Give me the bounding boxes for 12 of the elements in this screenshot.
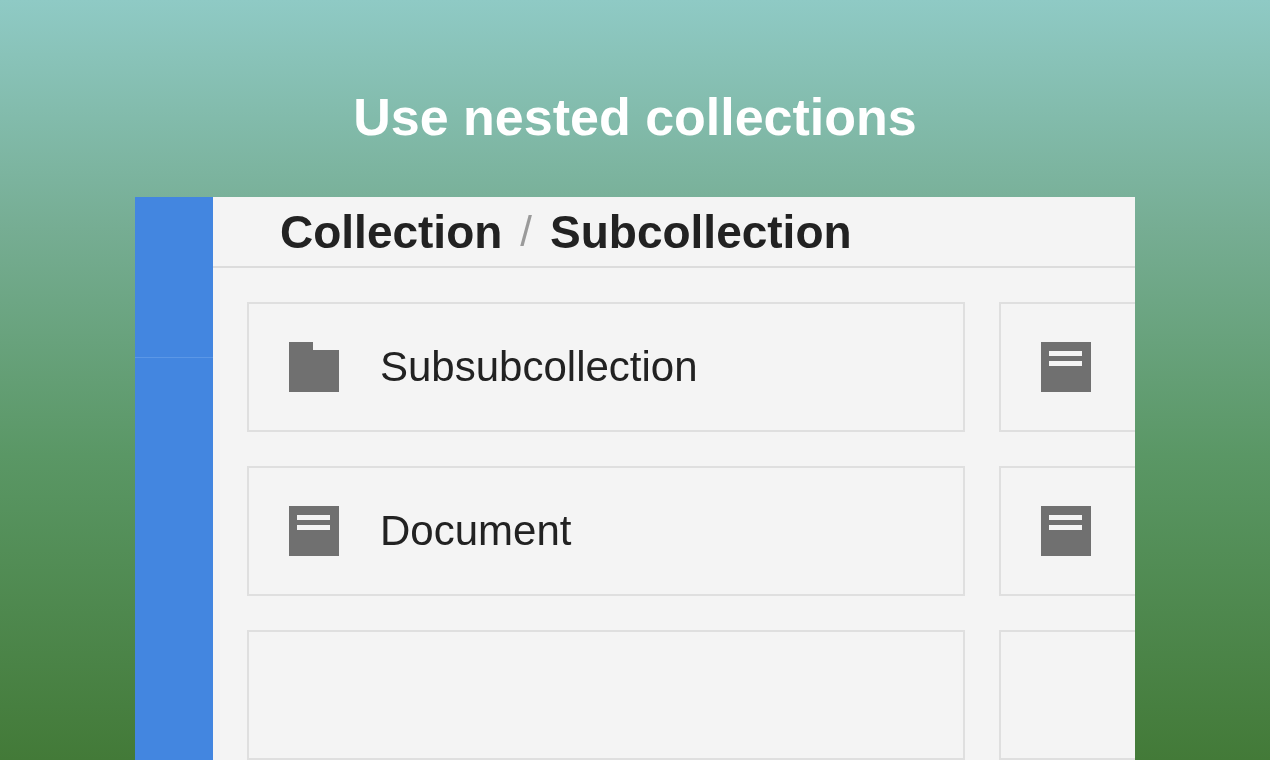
document-icon [1041,506,1091,556]
collection-card[interactable]: Subsubcollection [247,302,965,432]
breadcrumb-separator: / [520,207,532,256]
headline: Use nested collections [353,87,917,148]
folder-icon [289,342,339,392]
item-title: Document [380,507,572,555]
item-title: Subsubcollection [380,343,698,391]
breadcrumb-item[interactable]: Subcollection [550,204,852,259]
breadcrumb-item[interactable]: Collection [280,204,503,259]
document-icon [1041,342,1091,392]
document-icon [289,506,339,556]
document-card[interactable]: Document [247,466,965,596]
